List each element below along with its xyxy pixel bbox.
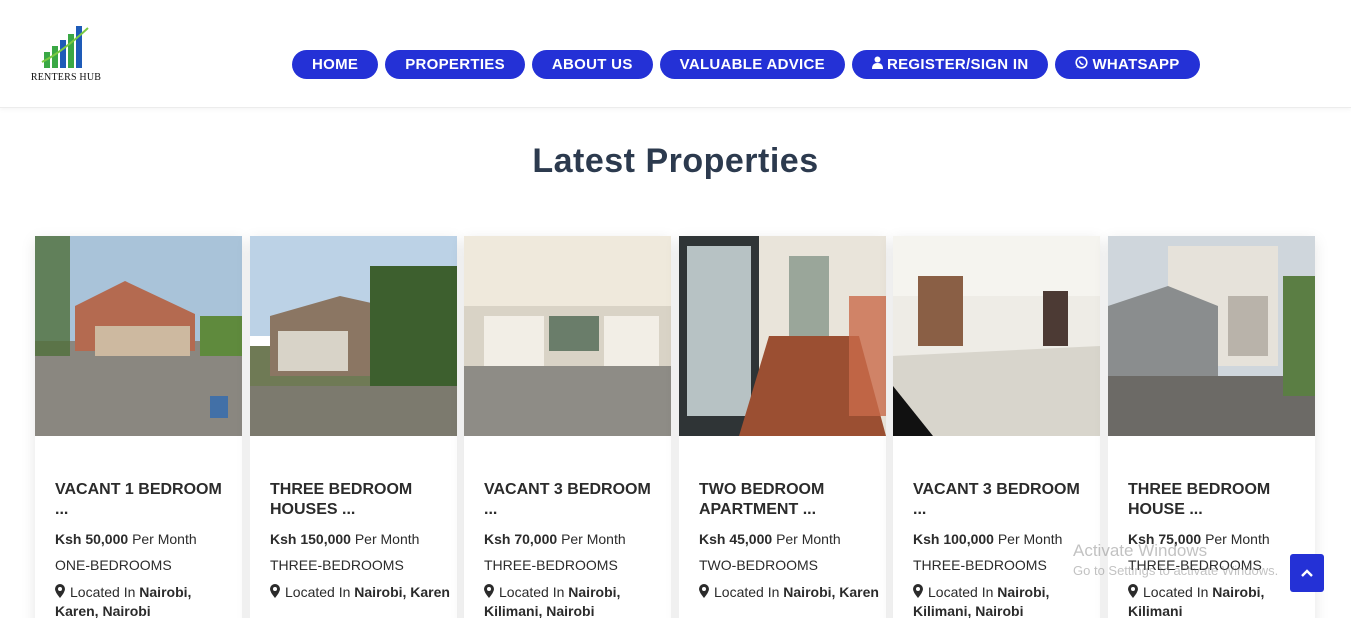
scroll-to-top-button[interactable] [1290,554,1324,592]
windows-activation-watermark: Activate Windows Go to Settings to activ… [1073,541,1279,578]
property-type: ONE-BEDROOMS [55,557,172,573]
property-type: THREE-BEDROOMS [484,557,618,573]
map-marker-icon [699,584,709,602]
property-title[interactable]: VACANT 3 BEDROOM ... [913,480,1088,520]
property-type: TWO-BEDROOMS [699,557,818,573]
map-marker-icon [913,584,923,602]
property-location: Located In Nairobi, Kilimani, Nairobi [484,584,621,618]
site-header: RENTERS HUB HOME PROPERTIES ABOUT US VAL… [0,0,1351,108]
map-marker-icon [1128,584,1138,602]
property-price: Ksh 70,000 Per Month [484,531,626,547]
logo-text: RENTERS HUB [30,72,102,83]
property-card[interactable]: VACANT 3 BEDROOM ... Ksh 100,000 Per Mon… [893,236,1100,618]
property-location: Located In Nairobi, Kilimani [1128,584,1265,618]
property-price: Ksh 150,000 Per Month [270,531,420,547]
property-photo[interactable] [464,236,671,436]
nav-whatsapp[interactable]: WHATSAPP [1055,50,1200,79]
property-location: Located In Nairobi, Karen, Nairobi [55,584,192,618]
property-title[interactable]: VACANT 3 BEDROOM ... [484,480,659,520]
property-title[interactable]: THREE BEDROOM HOUSES ... [270,480,445,520]
property-photo[interactable] [893,236,1100,436]
nav-valuable-advice[interactable]: VALUABLE ADVICE [659,50,845,79]
nav-about-us[interactable]: ABOUT US [531,50,653,79]
property-title[interactable]: TWO BEDROOM APARTMENT ... [699,480,874,520]
logo-bars-icon [41,26,89,68]
property-type: THREE-BEDROOMS [270,557,404,573]
renters-hub-logo[interactable]: RENTERS HUB [24,22,108,86]
map-marker-icon [55,584,65,602]
map-marker-icon [484,584,494,602]
property-photo[interactable] [250,236,457,436]
property-location: Located In Nairobi, Kilimani, Nairobi [913,584,1050,618]
property-photo[interactable] [35,236,242,436]
property-card[interactable]: THREE BEDROOM HOUSES ... Ksh 150,000 Per… [250,236,457,618]
map-marker-icon [270,584,280,602]
property-card[interactable]: VACANT 1 BEDROOM ... Ksh 50,000 Per Mont… [35,236,242,618]
nav-register-sign-in[interactable]: REGISTER/SIGN IN [851,50,1049,79]
property-price: Ksh 100,000 Per Month [913,531,1063,547]
property-location: Located In Nairobi, Karen [270,583,450,602]
nav-properties[interactable]: PROPERTIES [385,50,525,79]
property-photo[interactable] [679,236,886,436]
property-price: Ksh 50,000 Per Month [55,531,197,547]
property-type: THREE-BEDROOMS [913,557,1047,573]
property-location: Located In Nairobi, Karen [699,583,879,602]
property-price: Ksh 45,000 Per Month [699,531,841,547]
nav-home[interactable]: HOME [292,50,379,79]
property-card[interactable]: VACANT 3 BEDROOM ... Ksh 70,000 Per Mont… [464,236,671,618]
property-photo[interactable] [1108,236,1315,436]
main-nav: HOME PROPERTIES ABOUT US VALUABLE ADVICE… [292,50,1200,79]
user-icon [871,56,883,73]
section-title: Latest Properties [532,142,819,180]
property-card[interactable]: TWO BEDROOM APARTMENT ... Ksh 45,000 Per… [679,236,886,618]
chevron-up-icon [1301,564,1313,582]
whatsapp-icon [1075,56,1089,73]
property-title[interactable]: VACANT 1 BEDROOM ... [55,480,230,520]
property-title[interactable]: THREE BEDROOM HOUSE ... [1128,480,1303,520]
